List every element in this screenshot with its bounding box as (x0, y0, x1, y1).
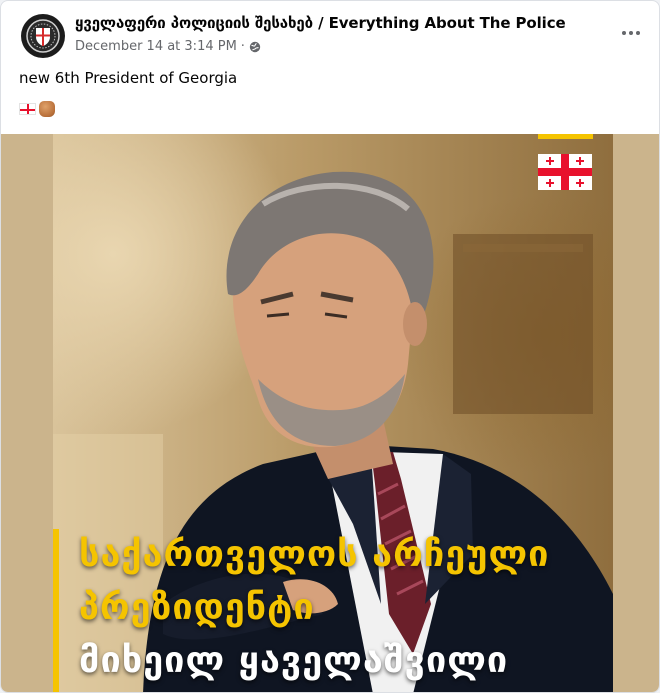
headline-line-1: საქართველოს არჩეული (79, 534, 550, 575)
georgia-flag-emoji-icon (19, 103, 36, 115)
president-photo: საქართველოს არჩეული პრეზიდენტი მიხეილ ყა… (53, 134, 613, 692)
page-name-link[interactable]: ყველაფერი პოლიციის შესახებ / Everything … (75, 14, 566, 32)
globe-icon[interactable] (249, 41, 261, 53)
headline-line-3: მიხეილ ყაველაშვილი (79, 640, 509, 681)
more-dot (629, 31, 633, 35)
police-emblem-icon (26, 19, 60, 53)
headline-line-2: პრეზიდენტი (79, 587, 315, 628)
page-avatar[interactable] (21, 14, 65, 58)
more-dot (636, 31, 640, 35)
post-image[interactable]: საქართველოს არჩეული პრეზიდენტი მიხეილ ყა… (1, 134, 659, 692)
post-meta: December 14 at 3:14 PM · (75, 39, 261, 54)
facebook-post: ყველაფერი პოლიციის შესახებ / Everything … (0, 0, 660, 693)
emoji-row (19, 101, 55, 117)
accent-strip (538, 134, 593, 139)
post-header: ყველაფერი პოლიციის შესახებ / Everything … (1, 1, 659, 63)
georgia-flag-icon (538, 154, 592, 190)
fist-emoji-icon (39, 101, 55, 117)
post-text: new 6th President of Georgia (19, 69, 238, 87)
meta-separator: · (240, 39, 245, 54)
more-options-button[interactable] (617, 23, 645, 43)
post-timestamp[interactable]: December 14 at 3:14 PM (75, 39, 237, 54)
headline-accent-bar (53, 529, 59, 692)
more-dot (622, 31, 626, 35)
